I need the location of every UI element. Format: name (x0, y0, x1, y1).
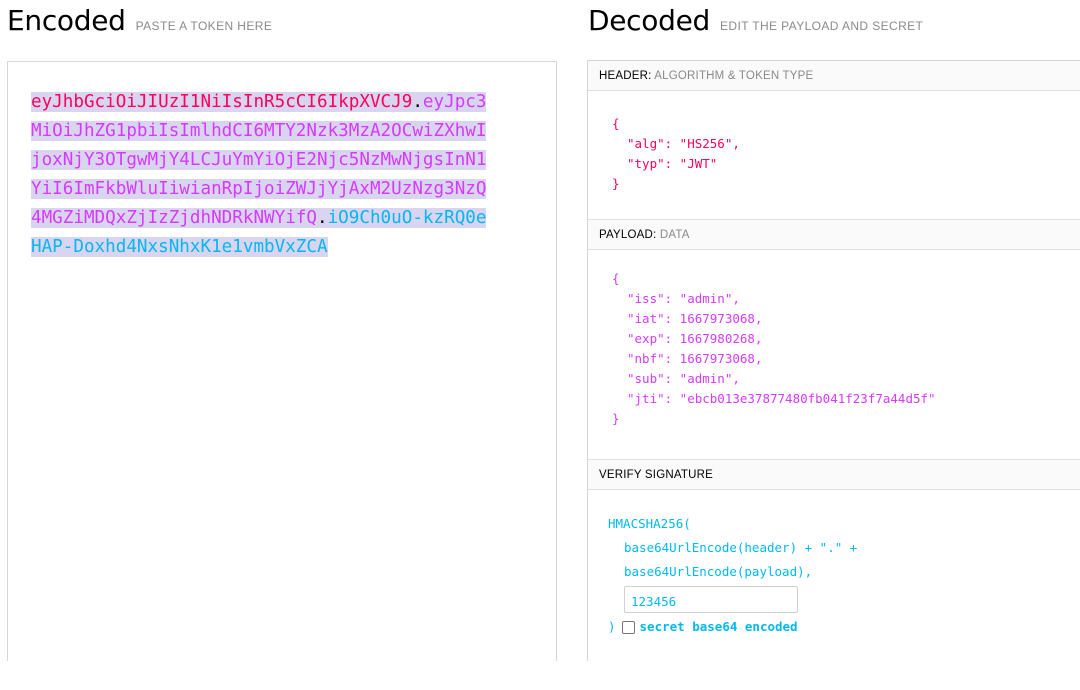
payload-json[interactable]: { "iss": "admin", "iat": 1667973068, "exp"… (612, 269, 936, 429)
json-close-brace: } (612, 176, 620, 191)
token-dot-1: . (412, 92, 423, 112)
header-json-editor[interactable]: { "alg": "HS256", "typ": "JWT"} (588, 91, 1080, 220)
header-json[interactable]: { "alg": "HS256", "typ": "JWT"} (612, 114, 740, 194)
decoded-title: Decoded (588, 4, 710, 37)
secret-base64-checkbox[interactable] (621, 620, 635, 634)
payload-json-editor[interactable]: { "iss": "admin", "iat": 1667973068, "exp"… (588, 250, 1080, 460)
header-line-typ: "typ": "JWT" (627, 156, 718, 171)
token-dot-2: . (317, 208, 328, 228)
payload-encode-line: base64UrlEncode(payload), (624, 564, 813, 579)
encoded-heading: Encoded PASTE A TOKEN HERE (7, 4, 272, 37)
payload-section-title: PAYLOAD: DATA (588, 220, 1080, 250)
token-header-part: eyJhbGciOiJIUzI1NiIsInR5cCI6IkpXVCJ9 (31, 92, 413, 112)
signature-section: HMACSHA256( base64UrlEncode(header) + ".… (588, 490, 1080, 690)
encoded-subtitle: PASTE A TOKEN HERE (135, 19, 273, 33)
payload-line-jti: "jti": "ebcb013e37877480fb041f23f7a44d5f… (627, 391, 936, 406)
payload-line-iat: "iat": 1667973068, (627, 311, 763, 326)
encoded-token-textarea[interactable]: eyJhbGciOiJIUzI1NiIsInR5cCI6IkpXVCJ9.eyJ… (7, 61, 557, 661)
json-close-brace: } (612, 411, 620, 426)
header-label: HEADER: (599, 70, 652, 82)
payload-line-nbf: "nbf": 1667973068, (627, 351, 763, 366)
signature-section-title: VERIFY SIGNATURE (588, 460, 1080, 490)
decoded-panel: HEADER: ALGORITHM & TOKEN TYPE { "alg": … (587, 60, 1080, 661)
payload-line-iss: "iss": "admin", (627, 291, 740, 306)
token-text[interactable]: eyJhbGciOiJIUzI1NiIsInR5cCI6IkpXVCJ9.eyJ… (31, 88, 491, 262)
secret-row: ) secret base64 encoded (608, 615, 857, 639)
header-encode-line: base64UrlEncode(header) + "." + (624, 540, 858, 555)
payload-label: PAYLOAD: (599, 229, 657, 241)
payload-sublabel: DATA (659, 229, 690, 241)
secret-base64-label[interactable]: secret base64 encoded (640, 615, 798, 639)
secret-input[interactable]: 123456 (624, 586, 798, 613)
close-paren: ) (608, 619, 616, 634)
payload-line-exp: "exp": 1667980268, (627, 331, 763, 346)
encoded-title: Encoded (7, 4, 126, 37)
hmac-function: HMACSHA256( (608, 516, 691, 531)
header-section-title: HEADER: ALGORITHM & TOKEN TYPE (588, 61, 1080, 91)
json-open-brace: { (612, 271, 620, 286)
header-sublabel: ALGORITHM & TOKEN TYPE (654, 70, 814, 82)
signature-formula: HMACSHA256( base64UrlEncode(header) + ".… (608, 512, 857, 639)
header-line-alg: "alg": "HS256", (627, 136, 740, 151)
payload-line-sub: "sub": "admin", (627, 371, 740, 386)
decoded-heading: Decoded EDIT THE PAYLOAD AND SECRET (588, 4, 923, 37)
signature-label: VERIFY SIGNATURE (599, 469, 713, 481)
decoded-subtitle: EDIT THE PAYLOAD AND SECRET (720, 19, 924, 33)
json-open-brace: { (612, 116, 620, 131)
